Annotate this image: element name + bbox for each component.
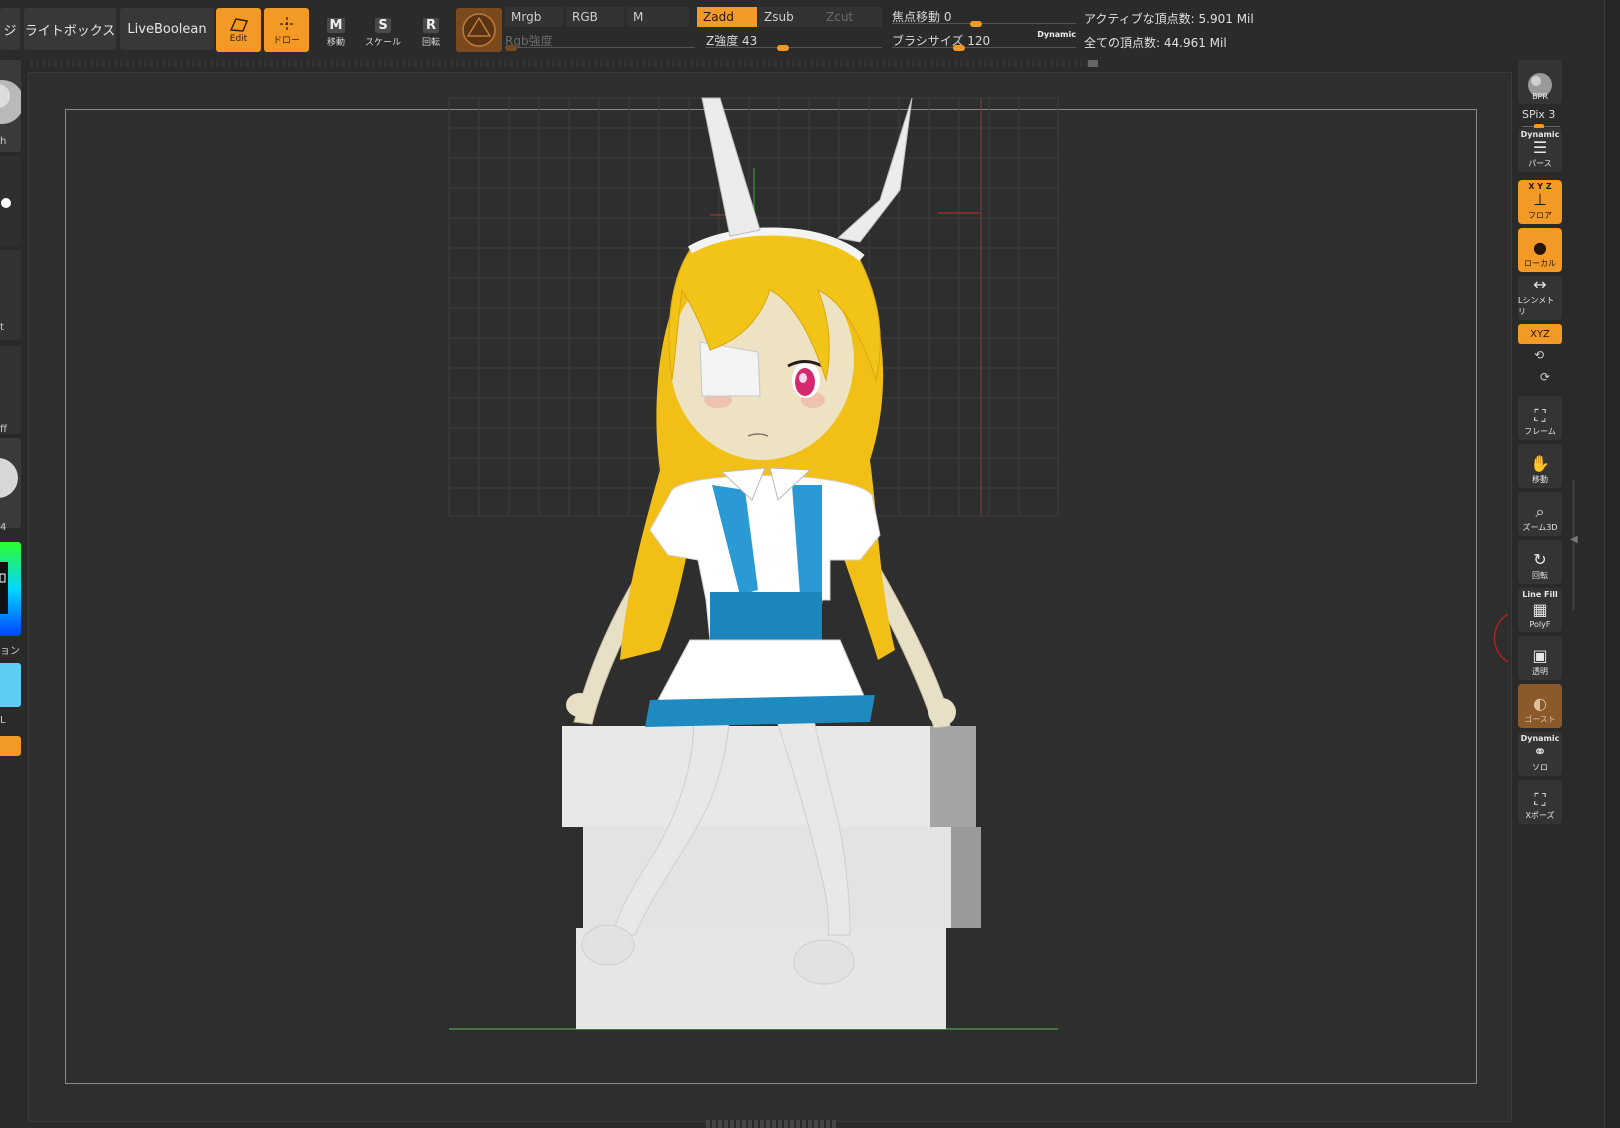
ear-right (836, 97, 913, 243)
zoom3d-button[interactable]: ⌕ ズーム3D (1518, 492, 1562, 536)
zoom3d-label: ズーム3D (1522, 523, 1558, 532)
xpose-button[interactable]: ⛶ Xポーズ (1518, 780, 1562, 824)
solo-cap: Dynamic (1520, 734, 1560, 743)
floor-icon: ⊥ (1533, 190, 1547, 209)
hand-icon: ✋ (1530, 454, 1550, 473)
xpose-icon: ⛶ (1534, 790, 1546, 809)
frame-icon: ⛶ (1534, 406, 1546, 425)
polyf-button[interactable]: Line Fill ▦ PolyF (1518, 588, 1562, 632)
perspective-label: パース (1528, 159, 1552, 168)
polyf-cap: Line Fill (1522, 590, 1558, 599)
floor-button[interactable]: X Y Z ⊥ フロア (1518, 180, 1562, 224)
perspective-cap: Dynamic (1520, 130, 1560, 139)
solo-icon: ⚭ (1533, 742, 1547, 761)
right-edge-panel[interactable] (1604, 0, 1620, 1128)
dress-waist (710, 592, 822, 642)
hand-right (928, 698, 956, 726)
block-stack (562, 726, 981, 1029)
ghost-icon: ◐ (1533, 694, 1547, 713)
frame-button[interactable]: ⛶ フレーム (1518, 396, 1562, 440)
floor-label: フロア (1528, 211, 1552, 220)
solo-label: ソロ (1532, 763, 1548, 772)
hand-left (566, 693, 594, 717)
transparent-button[interactable]: ▣ 透明 (1518, 636, 1562, 680)
xyz-button[interactable]: XYZ (1518, 324, 1562, 344)
block-middle-side (951, 827, 981, 928)
eye-highlight (799, 373, 807, 383)
move-view-label: 移動 (1532, 475, 1548, 484)
lsym-button[interactable]: ↔ Lシンメトリ (1518, 276, 1562, 320)
cursor-ring-partial (1493, 613, 1509, 663)
bpr-button[interactable]: BPR (1518, 60, 1562, 104)
ghost-button[interactable]: ◐ ゴースト (1518, 684, 1562, 728)
dress (645, 467, 881, 727)
bottom-handle[interactable] (706, 1120, 836, 1128)
rotate-y-icon[interactable]: ⟲ (1534, 348, 1544, 362)
rotate-view-button[interactable]: ↻ 回転 (1518, 540, 1562, 584)
polyframe-icon: ▦ (1532, 600, 1548, 619)
local-button[interactable]: ● ローカル (1518, 228, 1562, 272)
right-scrollbar[interactable] (1572, 480, 1575, 610)
grid-icon: ☰ (1532, 138, 1548, 157)
perspective-button[interactable]: Dynamic ☰ パース (1518, 128, 1562, 172)
xyz-label: XYZ (1530, 328, 1550, 340)
lsym-label: Lシンメトリ (1518, 296, 1555, 316)
rotate-z-icon[interactable]: ⟳ (1540, 370, 1550, 384)
skirt-hem (645, 695, 875, 727)
symmetry-icon: ↔ (1533, 275, 1547, 294)
spix-label: SPix 3 (1522, 108, 1556, 121)
block-top-side (930, 726, 976, 827)
zoom-icon: ⌕ (1535, 502, 1545, 521)
floor-cap: X Y Z (1528, 182, 1552, 191)
rotate-view-label: 回転 (1532, 571, 1548, 580)
frame-label: フレーム (1524, 427, 1556, 436)
move-view-button[interactable]: ✋ 移動 (1518, 444, 1562, 488)
transparent-label: 透明 (1532, 667, 1548, 676)
bpr-label: BPR (1532, 92, 1548, 101)
solo-button[interactable]: Dynamic ⚭ ソロ (1518, 732, 1562, 776)
viewport-scene[interactable] (0, 0, 1620, 1128)
rotate-view-icon: ↻ (1533, 550, 1547, 569)
local-label: ローカル (1524, 259, 1556, 268)
block-top (562, 726, 930, 827)
collapse-arrow-icon[interactable]: ◀ (1570, 534, 1578, 545)
transparent-icon: ▣ (1532, 646, 1548, 665)
spix-slider[interactable]: SPix 3 (1518, 108, 1562, 130)
xpose-label: Xポーズ (1525, 811, 1555, 820)
local-icon: ● (1533, 238, 1547, 257)
polyf-label: PolyF (1529, 620, 1551, 629)
ghost-label: ゴースト (1524, 715, 1556, 724)
